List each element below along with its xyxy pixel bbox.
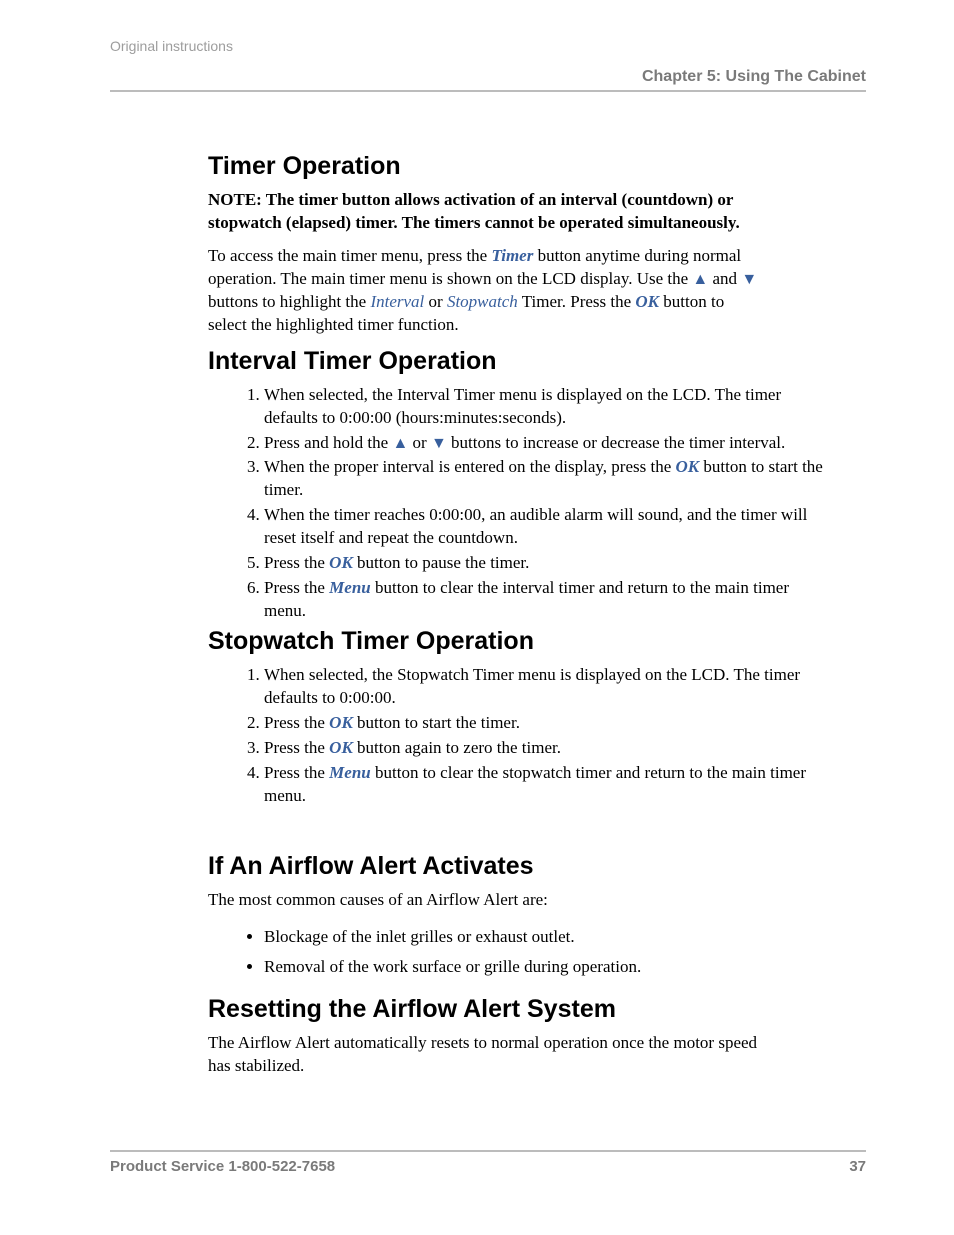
list-item: When selected, the Interval Timer menu i… xyxy=(264,384,824,430)
key-ok: OK xyxy=(329,553,353,572)
key-ok: OK xyxy=(676,457,700,476)
text-run: Press the xyxy=(264,763,329,782)
list-item: Press the Menu button to clear the stopw… xyxy=(264,762,824,808)
interval-list: When selected, the Interval Timer menu i… xyxy=(208,384,824,623)
list-item: Press the OK button to pause the timer. xyxy=(264,552,824,575)
arrow-up-icon: ▲ xyxy=(392,435,408,452)
top-meta-label: Original instructions xyxy=(110,38,866,54)
footer-divider xyxy=(110,1150,866,1152)
footer-service-text: Product Service 1-800-522-7658 xyxy=(110,1158,335,1175)
text-run: buttons to highlight the xyxy=(208,292,370,311)
arrow-up-icon: ▲ xyxy=(692,271,708,288)
text-run: Press the xyxy=(264,738,329,757)
text-run: When selected, the Stopwatch Timer menu … xyxy=(264,665,800,707)
text-run: Blockage of the inlet grilles or exhaust… xyxy=(264,927,575,946)
key-interval: Interval xyxy=(370,292,424,311)
arrow-down-icon: ▼ xyxy=(741,271,757,288)
list-item: Press the Menu button to clear the inter… xyxy=(264,577,824,623)
reset-alert-paragraph: The Airflow Alert automatically resets t… xyxy=(208,1032,764,1078)
text-run: or xyxy=(424,292,447,311)
text-run: Press the xyxy=(264,578,329,597)
list-item: Press the OK button again to zero the ti… xyxy=(264,737,824,760)
heading-airflow-alert: If An Airflow Alert Activates xyxy=(208,852,866,881)
page-number: 37 xyxy=(849,1158,866,1175)
text-run: and xyxy=(708,269,741,288)
footer: Product Service 1-800-522-7658 37 xyxy=(110,1136,866,1175)
text-run: When selected, the Interval Timer menu i… xyxy=(264,385,781,427)
heading-reset-alert: Resetting the Airflow Alert System xyxy=(208,995,866,1024)
airflow-intro: The most common causes of an Airflow Ale… xyxy=(208,889,764,912)
key-timer: Timer xyxy=(491,246,533,265)
note-paragraph: NOTE: The timer button allows activation… xyxy=(208,189,764,235)
key-ok: OK xyxy=(329,738,353,757)
list-item: When the timer reaches 0:00:00, an audib… xyxy=(264,504,824,550)
text-run: To access the main timer menu, press the xyxy=(208,246,491,265)
list-item: Blockage of the inlet grilles or exhaust… xyxy=(264,922,820,953)
text-run: button to pause the timer. xyxy=(353,553,530,572)
note-rest: The timer button allows activation of an… xyxy=(208,190,740,232)
text-run: button again to zero the timer. xyxy=(353,738,561,757)
text-run: Press the xyxy=(264,553,329,572)
text-run: Press and hold the xyxy=(264,433,392,452)
list-item: Press and hold the ▲ or ▼ buttons to inc… xyxy=(264,432,824,455)
key-menu: Menu xyxy=(329,578,371,597)
page: Original instructions Chapter 5: Using T… xyxy=(0,0,954,1235)
text-run: Press the xyxy=(264,713,329,732)
footer-row: Product Service 1-800-522-7658 37 xyxy=(110,1158,866,1175)
airflow-causes-list: Blockage of the inlet grilles or exhaust… xyxy=(208,922,820,983)
arrow-down-icon: ▼ xyxy=(431,435,447,452)
list-item: When the proper interval is entered on t… xyxy=(264,456,824,502)
chapter-title: Chapter 5: Using The Cabinet xyxy=(110,68,866,90)
text-run: When the proper interval is entered on t… xyxy=(264,457,676,476)
list-item: When selected, the Stopwatch Timer menu … xyxy=(264,664,824,710)
top-divider xyxy=(110,90,866,92)
heading-timer-operation: Timer Operation xyxy=(208,152,866,181)
text-run: Timer. Press the xyxy=(518,292,636,311)
key-stopwatch: Stopwatch xyxy=(447,292,518,311)
key-ok: OK xyxy=(635,292,659,311)
key-menu: Menu xyxy=(329,763,371,782)
text-run: When the timer reaches 0:00:00, an audib… xyxy=(264,505,807,547)
text-run: or xyxy=(408,433,431,452)
text-run: buttons to increase or decrease the time… xyxy=(447,433,785,452)
heading-stopwatch-timer: Stopwatch Timer Operation xyxy=(208,627,866,656)
stopwatch-list: When selected, the Stopwatch Timer menu … xyxy=(208,664,824,808)
text-run: button to start the timer. xyxy=(353,713,520,732)
heading-interval-timer: Interval Timer Operation xyxy=(208,347,866,376)
list-item: Press the OK button to start the timer. xyxy=(264,712,824,735)
list-item: Removal of the work surface or grille du… xyxy=(264,952,820,983)
note-lead: NOTE: xyxy=(208,190,266,209)
text-run: Removal of the work surface or grille du… xyxy=(264,957,641,976)
key-ok: OK xyxy=(329,713,353,732)
timer-access-paragraph: To access the main timer menu, press the… xyxy=(208,245,764,337)
body-content: Timer Operation NOTE: The timer button a… xyxy=(208,152,866,1078)
